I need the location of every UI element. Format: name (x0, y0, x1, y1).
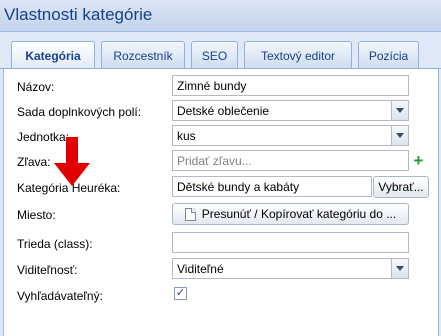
chevron-down-icon[interactable] (391, 126, 408, 145)
sada-select[interactable]: Detské oblečenie (172, 100, 409, 121)
trieda-label: Trieda (class): (17, 237, 93, 251)
tab-rozcestnik[interactable]: Rozcestník (101, 41, 185, 69)
nazov-label: Názov: (17, 80, 55, 94)
chevron-down-icon[interactable] (391, 259, 408, 278)
form-panel: Názov: Zimné bundy Sada doplnkových polí… (3, 69, 439, 336)
properties-window: Vlastnosti kategórie Kategória Rozcestní… (0, 0, 441, 336)
row-sada: Sada doplnkových polí: Detské oblečenie (4, 100, 440, 124)
jednotka-select[interactable]: kus (172, 125, 409, 146)
row-miesto: Miesto: Presunúť / Kopírovať kategóriu d… (4, 203, 440, 227)
vybrat-button[interactable]: Vybrať... (373, 176, 429, 198)
window-titlebar: Vlastnosti kategórie (0, 0, 441, 32)
row-viditelnost: Viditeľnosť: Viditeľné (4, 258, 440, 282)
row-nazov: Názov: Zimné bundy (4, 75, 440, 99)
plus-icon[interactable]: + (409, 151, 428, 170)
tab-pozicia[interactable]: Pozícia (358, 41, 419, 69)
vyhladavatelny-checkbox[interactable]: ✓ (174, 287, 187, 300)
zlava-placeholder: Pridať zľavu... (177, 154, 252, 168)
row-vyhladavatelny: Vyhľadávateľný: ✓ (4, 284, 440, 308)
jednotka-value: kus (177, 129, 196, 143)
trieda-field[interactable] (172, 232, 409, 253)
tab-textovy-editor[interactable]: Textový editor (244, 41, 352, 69)
nazov-field[interactable]: Zimné bundy (172, 75, 409, 96)
tab-strip: Kategória Rozcestník SEO Textový editor … (0, 32, 441, 70)
window-title: Vlastnosti kategórie (4, 5, 153, 24)
sada-label: Sada doplnkových polí: (17, 105, 142, 119)
viditelnost-label: Viditeľnosť: (17, 263, 78, 277)
row-trieda: Trieda (class): (4, 232, 440, 256)
check-icon: ✓ (175, 287, 186, 299)
presunut-kopirovat-button[interactable]: Presunúť / Kopírovať kategóriu do ... (172, 203, 409, 225)
viditelnost-select[interactable]: Viditeľné (172, 258, 409, 279)
presunut-label: Presunúť / Kopírovať kategóriu do ... (201, 207, 397, 221)
miesto-label: Miesto: (17, 208, 56, 222)
sada-value: Detské oblečenie (177, 104, 270, 118)
viditelnost-value: Viditeľné (177, 262, 224, 276)
tab-kategoria[interactable]: Kategória (11, 41, 95, 70)
chevron-down-icon[interactable] (391, 101, 408, 120)
red-arrow-icon (54, 137, 90, 186)
zlava-field[interactable]: Pridať zľavu... (172, 150, 409, 171)
tab-seo[interactable]: SEO (191, 41, 238, 69)
document-icon (184, 207, 196, 221)
zlava-label: Zľava: (17, 155, 51, 169)
heureka-field[interactable]: Dětské bundy a kabáty (172, 176, 372, 197)
vyhladavatelny-label: Vyhľadávateľný: (17, 289, 103, 303)
